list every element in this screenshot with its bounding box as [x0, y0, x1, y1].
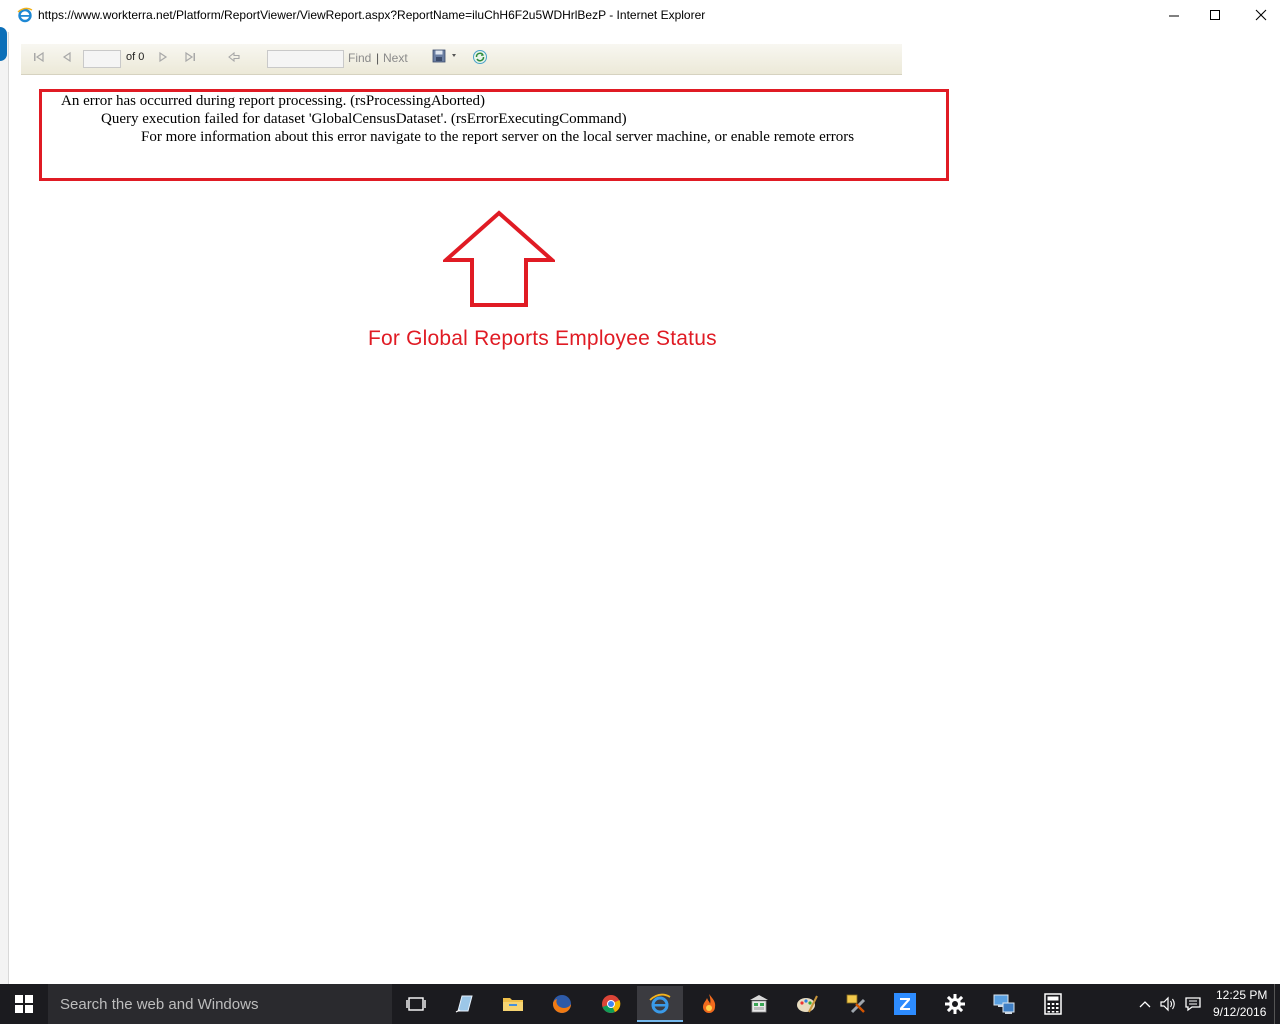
task-view-icon	[406, 997, 426, 1011]
taskbar-app-zoom[interactable]	[882, 986, 928, 1022]
flame-app-icon	[703, 994, 716, 1013]
close-button[interactable]	[1238, 0, 1280, 30]
error-message-line-2: Query execution failed for dataset 'Glob…	[101, 111, 627, 127]
start-button[interactable]	[0, 984, 48, 1024]
background-window-edge	[0, 32, 9, 984]
settings-gear-icon	[945, 994, 965, 1014]
maximize-button[interactable]	[1192, 0, 1238, 30]
taskbar-app-spreadsheet[interactable]	[736, 986, 782, 1022]
refresh-button[interactable]	[472, 49, 488, 65]
show-desktop-button[interactable]	[1274, 984, 1280, 1024]
taskbar-app-settings[interactable]	[932, 986, 978, 1022]
error-message-line-1: An error has occurred during report proc…	[61, 93, 486, 109]
clock-time[interactable]: 12:25 PM	[1216, 988, 1267, 1002]
page-count-label: of 0	[126, 51, 145, 63]
minimize-button[interactable]	[1151, 0, 1197, 30]
folder-icon	[503, 998, 523, 1011]
windows-logo-icon	[15, 995, 33, 1013]
zoom-z-icon	[894, 993, 916, 1015]
find-link[interactable]: Find	[348, 51, 371, 65]
speaker-icon	[1160, 996, 1175, 1012]
save-disk-icon	[432, 49, 456, 63]
clock-date[interactable]: 9/12/2016	[1213, 1005, 1266, 1019]
previous-page-button[interactable]	[59, 49, 75, 65]
show-hidden-icons-button[interactable]	[1134, 994, 1156, 1014]
annotation-caption: For Global Reports Employee Status	[368, 327, 717, 350]
taskbar-app-file-explorer[interactable]	[490, 986, 536, 1022]
taskbar-app-firefox[interactable]	[539, 986, 585, 1022]
calculator-icon	[1044, 993, 1062, 1015]
error-message-line-3: For more information about this error na…	[141, 129, 855, 145]
refresh-icon	[473, 50, 487, 64]
next-page-icon	[159, 51, 168, 63]
taskbar-app-notepad[interactable]	[441, 986, 487, 1022]
spreadsheet-icon	[750, 995, 768, 1013]
background-window-logo	[0, 27, 7, 61]
taskbar-app-paint[interactable]	[784, 986, 830, 1022]
find-separator: |	[376, 51, 380, 65]
last-page-icon	[185, 51, 195, 63]
taskbar-app-chrome[interactable]	[588, 986, 634, 1022]
task-view-button[interactable]	[393, 986, 439, 1022]
close-icon	[1255, 9, 1267, 21]
paint-palette-icon	[797, 995, 818, 1013]
taskbar-app-calculator[interactable]	[1030, 986, 1076, 1022]
firefox-icon	[552, 995, 571, 1013]
notifications-button[interactable]	[1182, 994, 1204, 1014]
taskbar-app-flame[interactable]	[686, 986, 732, 1022]
maximize-icon	[1210, 10, 1220, 20]
taskbar-app-tools[interactable]	[833, 986, 879, 1022]
first-page-icon	[34, 51, 44, 63]
back-arrow-icon	[228, 51, 240, 63]
first-page-button[interactable]	[31, 49, 47, 65]
export-button[interactable]	[430, 48, 460, 64]
window-title: https://www.workterra.net/Platform/Repor…	[38, 8, 706, 22]
network-computer-icon	[993, 994, 1015, 1014]
report-viewer-toolbar	[21, 44, 902, 75]
find-next-link[interactable]: Next	[383, 51, 408, 65]
up-arrow-annotation-icon	[440, 210, 558, 310]
notepad-icon	[455, 995, 473, 1013]
taskbar-app-network-computer[interactable]	[981, 986, 1027, 1022]
last-page-button[interactable]	[182, 49, 198, 65]
internet-explorer-icon	[649, 993, 671, 1014]
back-to-parent-button[interactable]	[226, 49, 242, 65]
find-text-input[interactable]	[267, 50, 344, 68]
volume-button[interactable]	[1157, 994, 1179, 1014]
previous-page-icon	[62, 51, 71, 63]
message-icon	[1185, 997, 1201, 1012]
tools-icon	[846, 994, 866, 1014]
internet-explorer-icon	[17, 7, 33, 23]
current-page-input[interactable]	[83, 50, 121, 68]
taskbar-app-internet-explorer[interactable]	[637, 986, 683, 1022]
chevron-up-icon	[1139, 1001, 1151, 1008]
search-placeholder: Search the web and Windows	[60, 996, 259, 1013]
minimize-icon	[1169, 15, 1179, 17]
next-page-button[interactable]	[155, 49, 171, 65]
chrome-icon	[602, 995, 621, 1013]
